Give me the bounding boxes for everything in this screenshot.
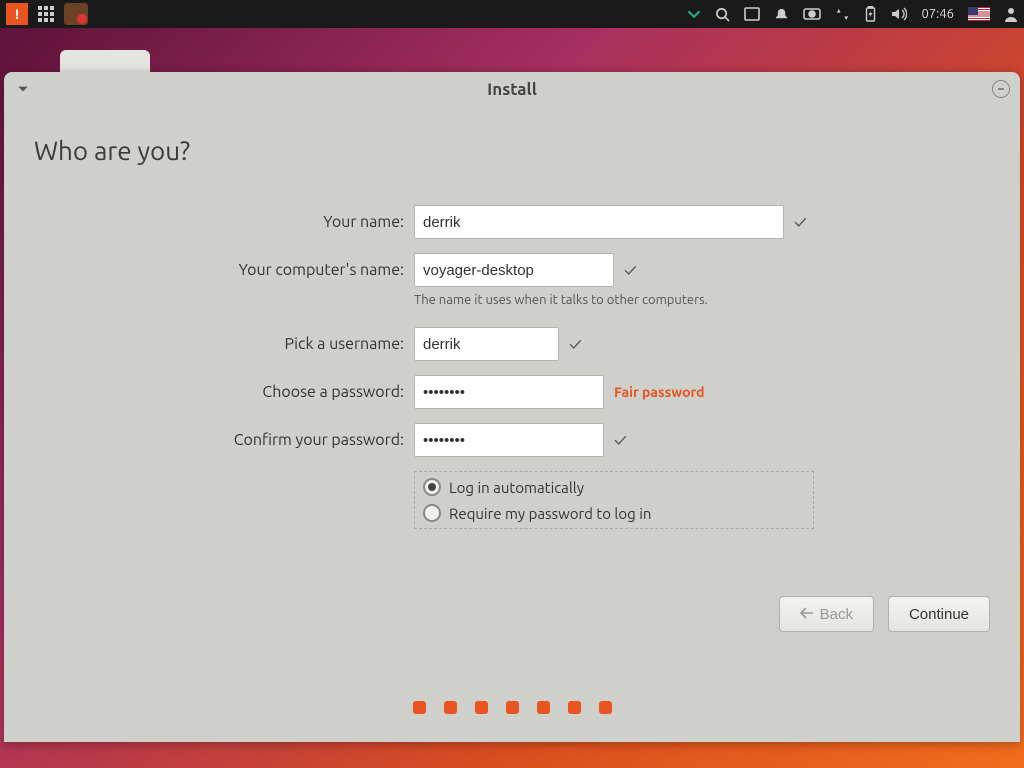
- back-button[interactable]: Back: [779, 596, 874, 632]
- volume-icon[interactable]: [891, 7, 907, 21]
- radio-unchecked-icon: [423, 504, 441, 522]
- password-label: Choose a password:: [34, 383, 414, 401]
- computer-valid-check-icon: ✓: [624, 260, 637, 280]
- name-label: Your name:: [34, 213, 414, 231]
- computer-helper-text: The name it uses when it talks to other …: [414, 293, 990, 307]
- login-options-group: Log in automatically Require my password…: [414, 471, 814, 529]
- name-input[interactable]: [414, 205, 784, 239]
- radio-checked-icon: [423, 478, 441, 496]
- password-input[interactable]: [414, 375, 604, 409]
- expand-chevron-icon[interactable]: [687, 7, 701, 21]
- installer-window: Install Who are you? Your name: ✓ Your c…: [4, 72, 1020, 742]
- app-grid-icon[interactable]: [38, 6, 54, 22]
- workspace-icon[interactable]: [744, 7, 760, 21]
- back-button-label: Back: [820, 606, 853, 623]
- login-auto-label: Log in automatically: [449, 479, 584, 496]
- keyboard-layout-flag-icon[interactable]: [968, 7, 990, 21]
- name-valid-check-icon: ✓: [794, 212, 807, 232]
- progress-dot: [599, 701, 612, 714]
- notifications-bell-icon[interactable]: [774, 7, 789, 22]
- window-titlebar: Install: [4, 72, 1020, 106]
- login-require-label: Require my password to log in: [449, 505, 651, 522]
- confirm-password-label: Confirm your password:: [34, 431, 414, 449]
- user-form: Your name: ✓ Your computer's name: ✓ The…: [34, 205, 990, 529]
- window-title: Install: [4, 80, 1020, 99]
- computer-label: Your computer's name:: [34, 261, 414, 279]
- progress-dot: [568, 701, 581, 714]
- progress-dot: [475, 701, 488, 714]
- window-menu-chevron-icon[interactable]: [14, 80, 32, 98]
- progress-dot: [413, 701, 426, 714]
- continue-button[interactable]: Continue: [888, 596, 990, 632]
- window-minimize-icon[interactable]: [992, 80, 1010, 98]
- page-heading: Who are you?: [34, 136, 990, 165]
- username-label: Pick a username:: [34, 335, 414, 353]
- progress-dot: [444, 701, 457, 714]
- desktop-top-panel: ! 07:46: [0, 0, 1024, 28]
- username-input[interactable]: [414, 327, 559, 361]
- clock-label[interactable]: 07:46: [921, 7, 954, 21]
- arrow-left-icon: [800, 606, 814, 623]
- computer-name-input[interactable]: [414, 253, 614, 287]
- login-auto-radio[interactable]: Log in automatically: [423, 478, 805, 496]
- progress-dots: [4, 701, 1020, 714]
- username-valid-check-icon: ✓: [569, 334, 582, 354]
- confirm-valid-check-icon: ✓: [614, 430, 627, 450]
- continue-button-label: Continue: [909, 606, 969, 623]
- login-require-radio[interactable]: Require my password to log in: [423, 504, 805, 522]
- battery-icon[interactable]: [864, 6, 877, 22]
- camera-icon[interactable]: [803, 7, 821, 21]
- distro-logo-icon[interactable]: !: [6, 3, 28, 25]
- confirm-password-input[interactable]: [414, 423, 604, 457]
- search-icon[interactable]: [715, 7, 730, 22]
- progress-dot: [537, 701, 550, 714]
- password-strength-label: Fair password: [614, 384, 705, 400]
- update-notifier-icon[interactable]: [64, 3, 88, 25]
- progress-dot: [506, 701, 519, 714]
- network-icon[interactable]: [835, 7, 850, 22]
- user-menu-icon[interactable]: [1004, 7, 1018, 22]
